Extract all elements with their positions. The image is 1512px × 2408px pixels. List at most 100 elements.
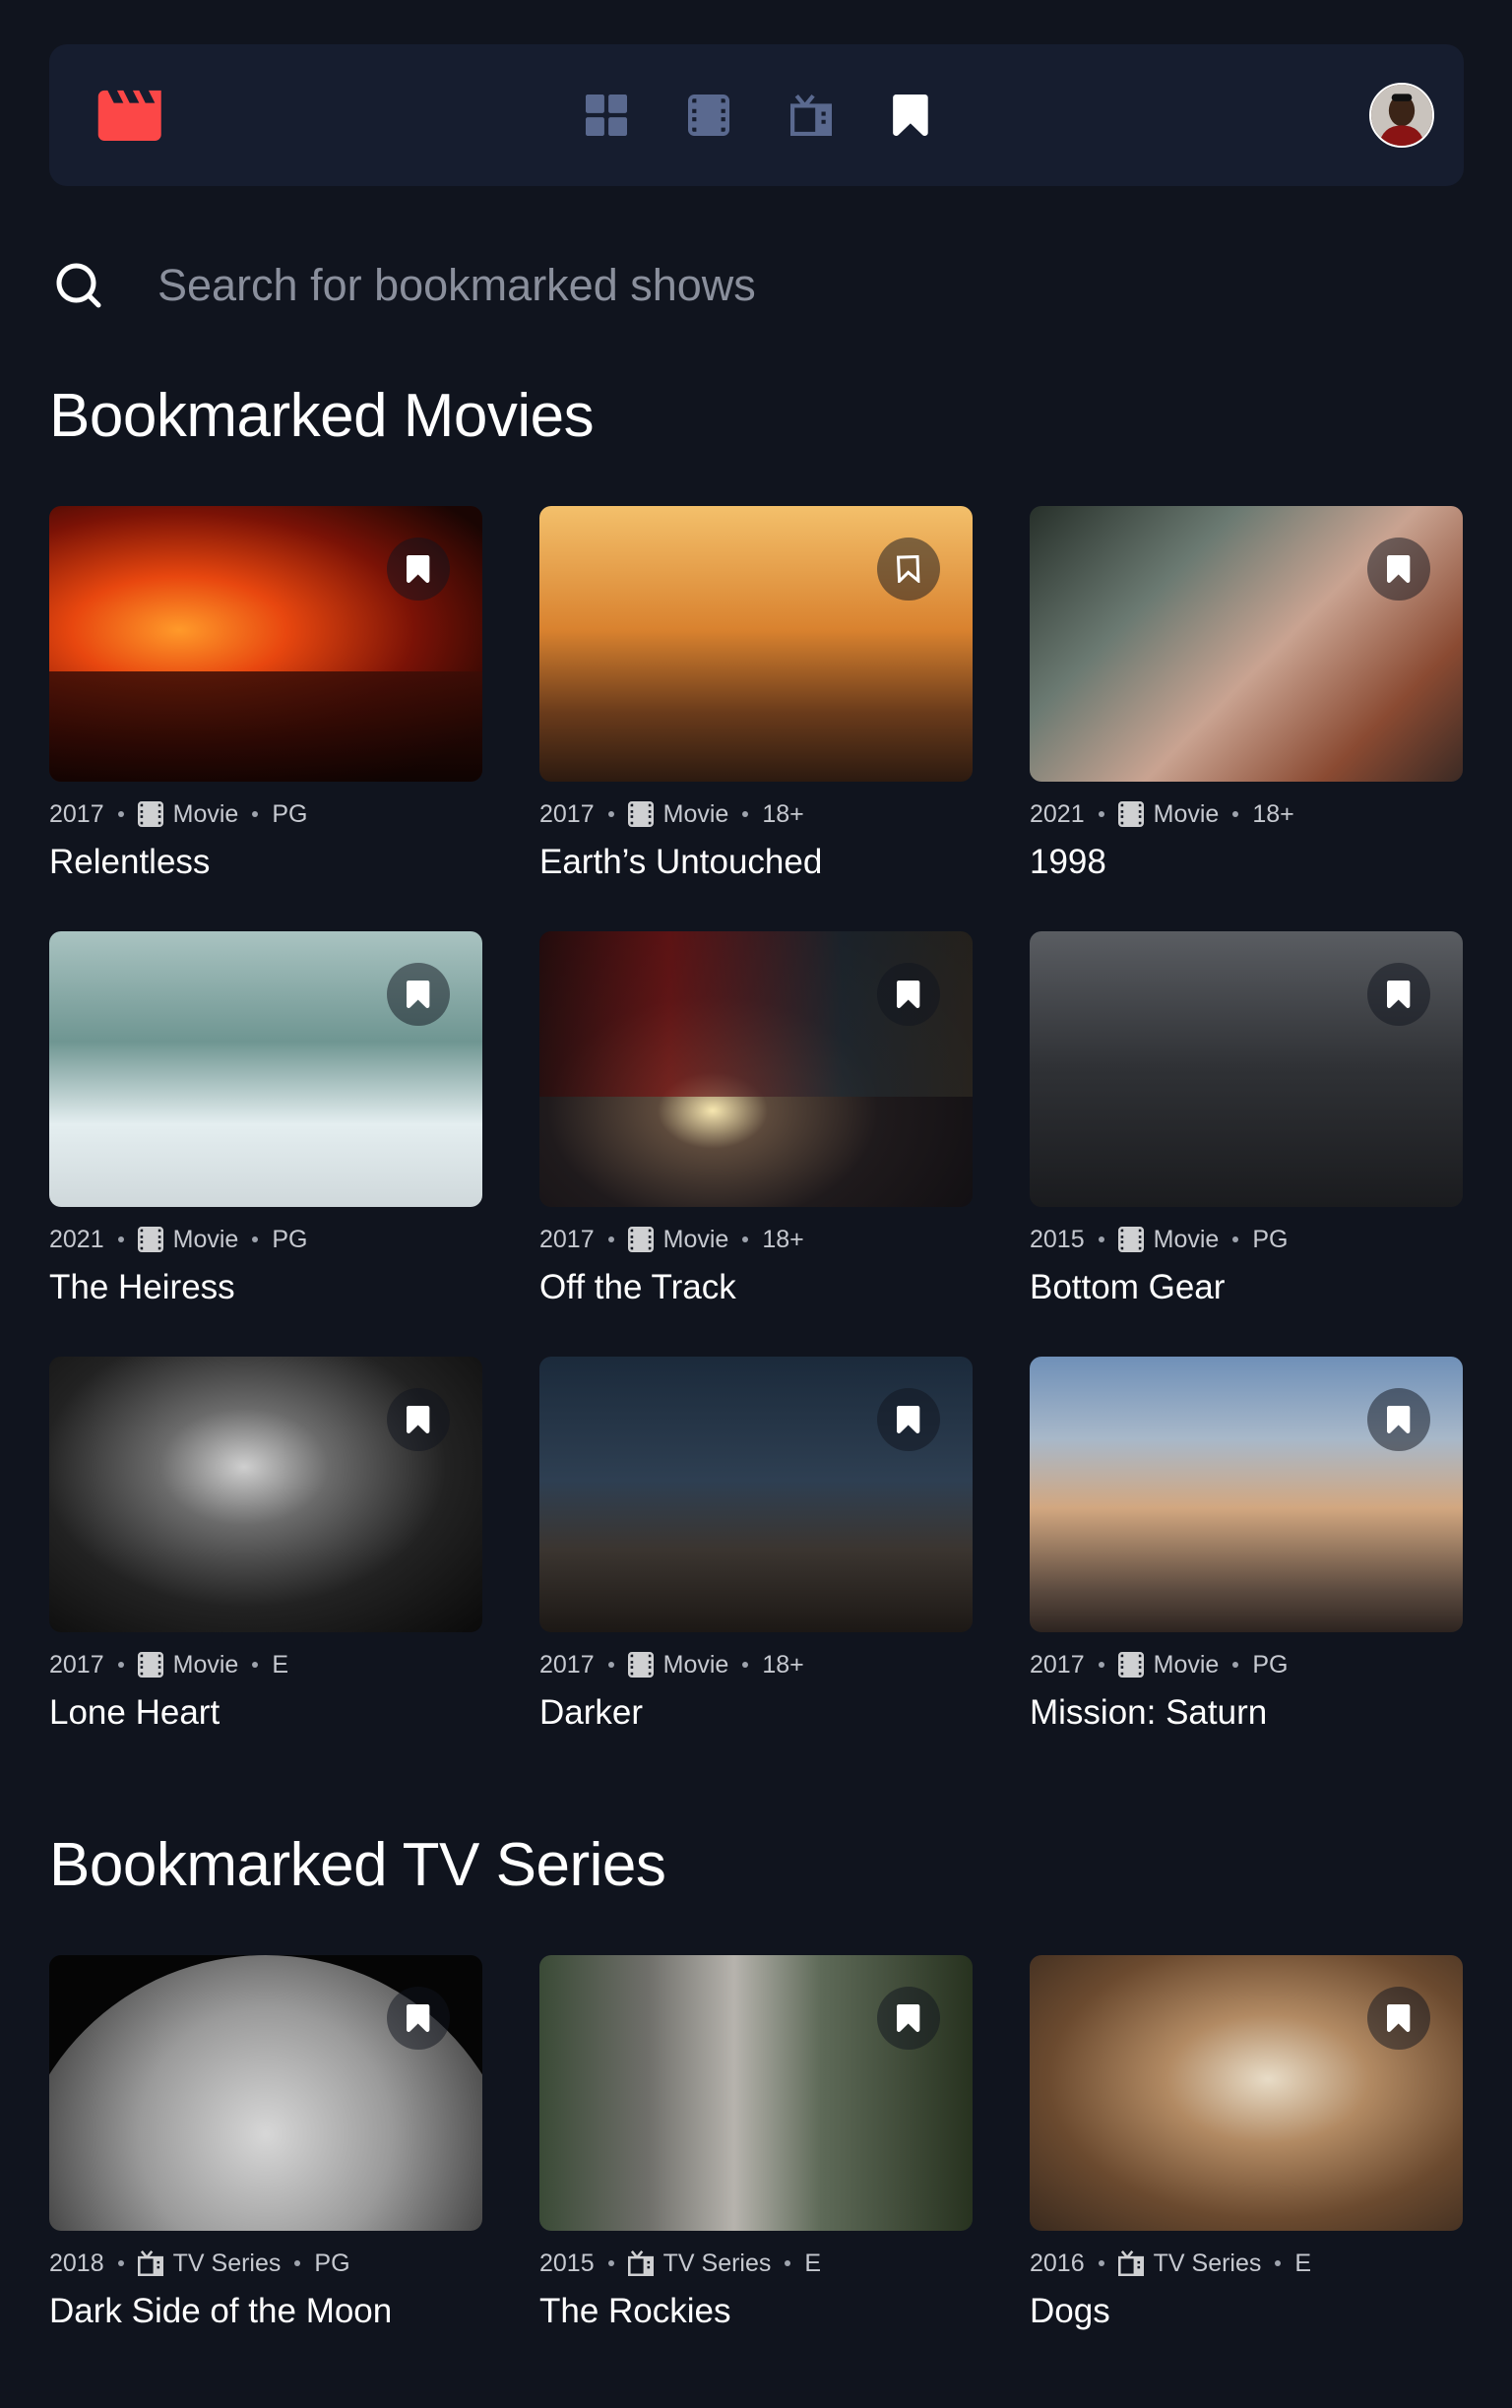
media-meta: 2017 Movie 18+ — [539, 1225, 973, 1254]
media-card[interactable]: 2015 TV Series E The Rockies — [539, 1955, 973, 2380]
film-icon — [137, 1652, 163, 1678]
media-title: Darker — [539, 1693, 644, 1732]
media-meta: 2021 Movie 18+ — [1030, 799, 1463, 829]
media-card[interactable]: 2017 Movie 18+ Off the Track — [539, 931, 973, 1357]
bookmark-toggle-button[interactable] — [877, 963, 940, 1026]
media-meta: 2018 TV Series PG — [49, 2249, 482, 2278]
media-category: Movie — [1153, 1225, 1220, 1253]
media-thumbnail[interactable] — [539, 506, 973, 782]
media-meta: 2017 Movie PG — [1030, 1650, 1463, 1679]
media-card[interactable]: 2021 Movie PG The Heiress — [49, 931, 482, 1357]
film-icon — [137, 801, 163, 827]
nav-movies-link[interactable] — [688, 95, 790, 136]
bookmark-icon — [893, 95, 928, 136]
media-rating: 18+ — [1252, 799, 1294, 828]
media-rating: E — [272, 1650, 288, 1679]
media-rating: 18+ — [762, 1225, 804, 1253]
bookmark-toggle-button[interactable] — [1367, 963, 1430, 1026]
film-icon — [688, 95, 729, 136]
media-card[interactable]: 2021 Movie 18+ 1998 — [1030, 506, 1463, 931]
media-thumbnail[interactable] — [539, 1357, 973, 1632]
clapperboard-icon[interactable] — [96, 90, 161, 143]
media-thumbnail[interactable] — [49, 931, 482, 1207]
media-card[interactable]: 2018 TV Series PG Dark Side of the Moon — [49, 1955, 482, 2380]
media-year: 2017 — [539, 799, 595, 828]
bookmark-toggle-button[interactable] — [877, 1987, 940, 2050]
media-meta: 2015 Movie PG — [1030, 1225, 1463, 1254]
media-thumbnail[interactable] — [1030, 1955, 1463, 2231]
separator-dot — [1275, 2260, 1282, 2266]
bookmark-toggle-button[interactable] — [1367, 1987, 1430, 2050]
separator-dot — [1232, 1662, 1239, 1668]
media-title: 1998 — [1030, 843, 1106, 881]
separator-dot — [252, 1236, 259, 1242]
bookmark-filled-icon — [897, 2004, 920, 2032]
media-year: 2017 — [49, 1650, 104, 1679]
search-input[interactable] — [158, 260, 1464, 311]
media-title: Earth’s Untouched — [539, 843, 823, 881]
media-card[interactable]: 2017 Movie PG Relentless — [49, 506, 482, 931]
media-card[interactable]: 2017 Movie PG Mission: Saturn — [1030, 1357, 1463, 1782]
bookmark-filled-icon — [1387, 555, 1411, 583]
media-year: 2015 — [539, 2249, 595, 2277]
bookmark-toggle-button[interactable] — [1367, 1388, 1430, 1451]
media-title: Dogs — [1030, 2292, 1110, 2330]
grid-icon — [586, 95, 627, 136]
separator-dot — [252, 811, 259, 817]
bookmark-toggle-button[interactable] — [387, 538, 450, 601]
media-thumbnail[interactable] — [49, 506, 482, 782]
separator-dot — [607, 1662, 614, 1668]
media-thumbnail[interactable] — [1030, 1357, 1463, 1632]
tv-series-grid: 2018 TV Series PG Dark Side of the Moon … — [49, 1955, 1464, 2380]
media-thumbnail[interactable] — [1030, 506, 1463, 782]
media-meta: 2021 Movie PG — [49, 1225, 482, 1254]
media-thumbnail[interactable] — [1030, 931, 1463, 1207]
separator-dot — [117, 2260, 124, 2266]
avatar-image — [1371, 85, 1432, 146]
tv-icon — [1117, 2250, 1144, 2276]
media-card[interactable]: 2016 TV Series E Dogs — [1030, 1955, 1463, 2380]
film-icon — [627, 1652, 654, 1678]
media-meta: 2017 Movie E — [49, 1650, 482, 1679]
media-thumbnail[interactable] — [539, 931, 973, 1207]
bookmark-toggle-button[interactable] — [387, 1987, 450, 2050]
separator-dot — [1232, 811, 1239, 817]
bookmark-toggle-button[interactable] — [877, 538, 940, 601]
nav-tv-series-link[interactable] — [790, 95, 893, 136]
media-thumbnail[interactable] — [539, 1955, 973, 2231]
media-year: 2018 — [49, 2249, 104, 2277]
tv-icon — [790, 95, 832, 136]
media-category: Movie — [662, 1225, 729, 1253]
separator-dot — [117, 1662, 124, 1668]
bookmark-filled-icon — [407, 2004, 430, 2032]
nav-home-link[interactable] — [586, 95, 688, 136]
media-thumbnail[interactable] — [49, 1955, 482, 2231]
nav-bookmarks-link[interactable] — [893, 95, 995, 136]
film-icon — [627, 801, 654, 827]
film-icon — [137, 1227, 163, 1252]
bookmark-filled-icon — [407, 555, 430, 583]
film-icon — [1117, 1652, 1144, 1678]
media-category: TV Series — [662, 2249, 772, 2277]
separator-dot — [117, 1236, 124, 1242]
media-card[interactable]: 2017 Movie 18+ Earth’s Untouched — [539, 506, 973, 931]
bookmark-toggle-button[interactable] — [387, 1388, 450, 1451]
media-card[interactable]: 2017 Movie E Lone Heart — [49, 1357, 482, 1782]
bookmark-toggle-button[interactable] — [387, 963, 450, 1026]
media-category: TV Series — [172, 2249, 282, 2277]
media-thumbnail[interactable] — [49, 1357, 482, 1632]
bookmark-filled-icon — [897, 1406, 920, 1433]
bookmark-toggle-button[interactable] — [877, 1388, 940, 1451]
media-category: Movie — [172, 1225, 239, 1253]
bookmark-filled-icon — [1387, 2004, 1411, 2032]
media-category: Movie — [172, 799, 239, 828]
media-category: Movie — [1153, 1650, 1220, 1679]
bookmark-toggle-button[interactable] — [1367, 538, 1430, 601]
media-card[interactable]: 2015 Movie PG Bottom Gear — [1030, 931, 1463, 1357]
film-icon — [1117, 801, 1144, 827]
bookmark-empty-icon — [897, 555, 920, 583]
media-card[interactable]: 2017 Movie 18+ Darker — [539, 1357, 973, 1782]
bookmarked-tv-series-heading: Bookmarked TV Series — [49, 1831, 666, 1899]
separator-dot — [117, 811, 124, 817]
user-avatar[interactable] — [1369, 83, 1434, 148]
